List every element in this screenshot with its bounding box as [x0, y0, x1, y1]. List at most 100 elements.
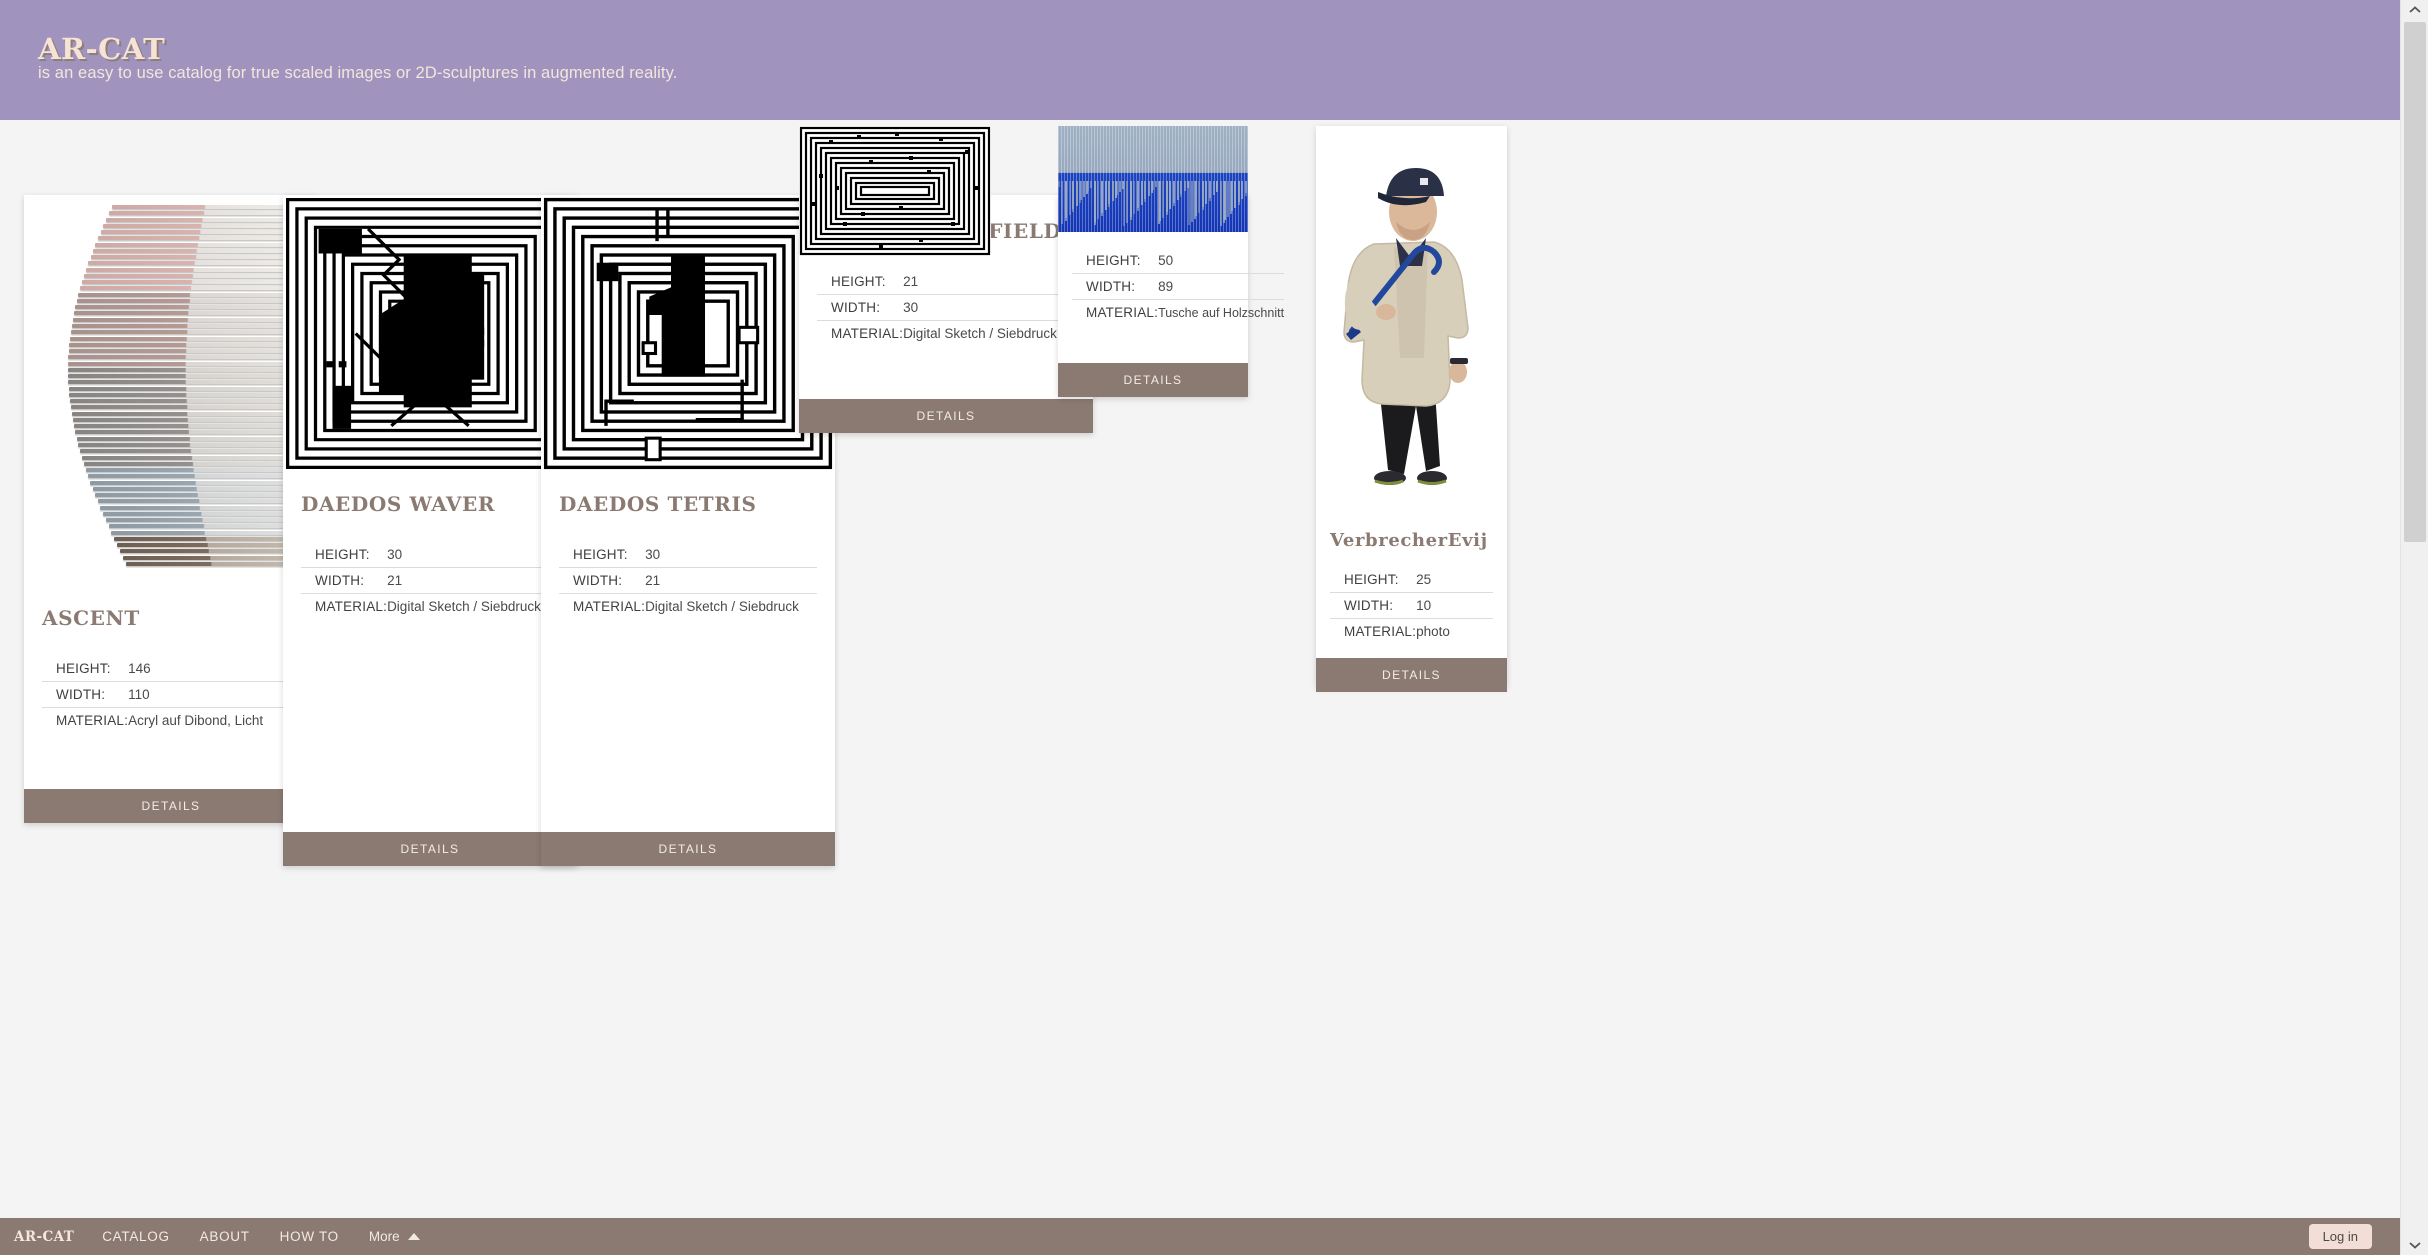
- ascent-slat: [72, 412, 312, 416]
- spec-value-width: 21: [645, 568, 817, 594]
- card-artwork-verbrecherevij: [1316, 126, 1507, 516]
- spec-row-height: HEIGHT: 30: [301, 542, 559, 568]
- spec-row-height: HEIGHT: 25: [1330, 567, 1493, 593]
- carve-drip: [1195, 181, 1197, 216]
- ascent-slat: [75, 430, 311, 434]
- spec-value-width: 30: [903, 295, 1075, 321]
- details-button[interactable]: DETAILS: [283, 832, 577, 866]
- ascent-slat: [82, 280, 310, 284]
- ascent-slat: [93, 487, 308, 491]
- details-button[interactable]: DETAILS: [1316, 658, 1507, 692]
- card-artwork-daedos-waver: [283, 195, 577, 472]
- ascent-slat: [123, 556, 304, 560]
- scrollbar-thumb[interactable]: [2404, 22, 2426, 542]
- carve-drip: [1119, 181, 1121, 192]
- ascent-slat: [71, 405, 312, 409]
- site-header: AR-CAT is an easy to use catalog for tru…: [0, 0, 2400, 120]
- ascent-slat: [80, 286, 310, 290]
- carve-drip: [1105, 181, 1107, 210]
- ascent-slat: [71, 330, 312, 334]
- spec-row-width: WIDTH: 21: [559, 568, 817, 594]
- carve-drip: [1234, 181, 1236, 208]
- spec-value-width: 21: [387, 568, 559, 594]
- carve-drip: [1216, 181, 1218, 189]
- ascent-slat: [69, 349, 312, 353]
- card-artwork-ascent: [24, 195, 318, 586]
- ascent-slat: [95, 243, 307, 247]
- ascent-slat: [90, 481, 308, 485]
- card-body: VerbrecherEvij HEIGHT: 25 WIDTH: 10 MATE…: [1316, 516, 1507, 644]
- catalog-card-ascent[interactable]: ASCENT HEIGHT: 146 WIDTH: 110 MATERIAL: …: [24, 195, 318, 823]
- card-body: DAEDOS WAVER HEIGHT: 30 WIDTH: 21 MATERI…: [283, 472, 577, 814]
- spec-row-height: HEIGHT: 50: [1072, 248, 1284, 274]
- spec-row-width: WIDTH: 30: [817, 295, 1075, 321]
- carve-drip: [1076, 181, 1078, 206]
- carve-drip: [1184, 181, 1186, 191]
- spec-label-width: WIDTH:: [559, 568, 645, 594]
- ascent-slat: [77, 299, 311, 303]
- bottom-navigation-bar: AR-CAT CATALOG ABOUT HOW TO More Log in: [0, 1218, 2400, 1255]
- spec-row-material: MATERIAL: Tusche auf Holzschnitt: [1072, 300, 1284, 326]
- ascent-slat: [68, 362, 312, 366]
- catalog-card-verbrecherevij[interactable]: VerbrecherEvij HEIGHT: 25 WIDTH: 10 MATE…: [1316, 126, 1507, 687]
- spec-label-material: MATERIAL:: [817, 321, 903, 347]
- scroll-up-arrow[interactable]: [2401, 0, 2428, 20]
- ascent-slat: [68, 374, 312, 378]
- ascent-slat: [74, 311, 311, 315]
- carve-drip: [1130, 181, 1132, 217]
- details-button[interactable]: DETAILS: [1058, 363, 1248, 397]
- details-button[interactable]: DETAILS: [24, 789, 318, 823]
- ascent-slat: [73, 418, 312, 422]
- carve-drip: [1224, 181, 1226, 220]
- carve-drip: [1159, 181, 1161, 221]
- login-button[interactable]: Log in: [2309, 1224, 2372, 1249]
- spec-label-height: HEIGHT:: [1330, 567, 1416, 593]
- chevron-down-icon: [2409, 1241, 2421, 1249]
- catalog-card-daedos-tetris[interactable]: DAEDOS TETRIS HEIGHT: 30 WIDTH: 21 MATER…: [541, 195, 835, 866]
- chevron-up-icon[interactable]: [408, 1233, 420, 1240]
- spec-value-height: 146: [128, 656, 300, 682]
- catalog-card-daedos-waver[interactable]: DAEDOS WAVER HEIGHT: 30 WIDTH: 21 MATERI…: [283, 195, 577, 866]
- spec-value-height: 21: [903, 269, 1075, 295]
- carve-drip: [1191, 181, 1193, 222]
- ascent-slat: [103, 224, 307, 228]
- carve-drip: [1072, 181, 1074, 209]
- carve-drip: [1123, 181, 1125, 226]
- ascent-slat: [88, 261, 309, 265]
- ascent-slat: [91, 255, 309, 259]
- card-title: DAEDOS TETRIS: [559, 492, 817, 516]
- ascent-slat: [95, 493, 308, 497]
- ascent-slat: [98, 499, 308, 503]
- spec-label-height: HEIGHT:: [559, 542, 645, 568]
- carve-drip: [1058, 181, 1060, 187]
- ascent-slat: [78, 293, 310, 297]
- ascent-slat-artwork: [24, 195, 318, 586]
- scroll-down-arrow[interactable]: [2401, 1235, 2428, 1255]
- details-button[interactable]: DETAILS: [541, 832, 835, 866]
- carve-drip: [1220, 181, 1222, 226]
- maze-tetris-artwork: [541, 195, 835, 472]
- nav-item-more[interactable]: More: [369, 1229, 400, 1244]
- nav-item-catalog[interactable]: CATALOG: [102, 1229, 169, 1244]
- carve-drip: [1173, 181, 1175, 203]
- starfield-artwork-frame: [799, 126, 991, 256]
- card-title: DAEDOS WAVER: [301, 492, 559, 516]
- nav-item-how-to[interactable]: HOW TO: [280, 1229, 339, 1244]
- carve-drip: [1144, 181, 1146, 199]
- ascent-slat: [88, 474, 309, 478]
- ascent-slat: [74, 424, 311, 428]
- spec-table: HEIGHT: 50 WIDTH: 89 MATERIAL: Tusche au…: [1072, 248, 1284, 325]
- nav-brand[interactable]: AR-CAT: [14, 1229, 74, 1245]
- spec-label-width: WIDTH:: [1330, 593, 1416, 619]
- spec-value-height: 50: [1158, 248, 1284, 274]
- nav-item-about[interactable]: ABOUT: [200, 1229, 250, 1244]
- vertical-scrollbar[interactable]: [2400, 0, 2428, 1255]
- carve-drip: [1231, 181, 1233, 211]
- ascent-slat: [114, 537, 305, 541]
- carve-drip: [1080, 181, 1082, 200]
- details-button[interactable]: DETAILS: [799, 399, 1093, 433]
- card-artwork-daedos-tetris: [541, 195, 835, 472]
- spec-label-height: HEIGHT:: [301, 542, 387, 568]
- carve-drip: [1202, 181, 1204, 207]
- spec-value-width: 110: [128, 682, 300, 708]
